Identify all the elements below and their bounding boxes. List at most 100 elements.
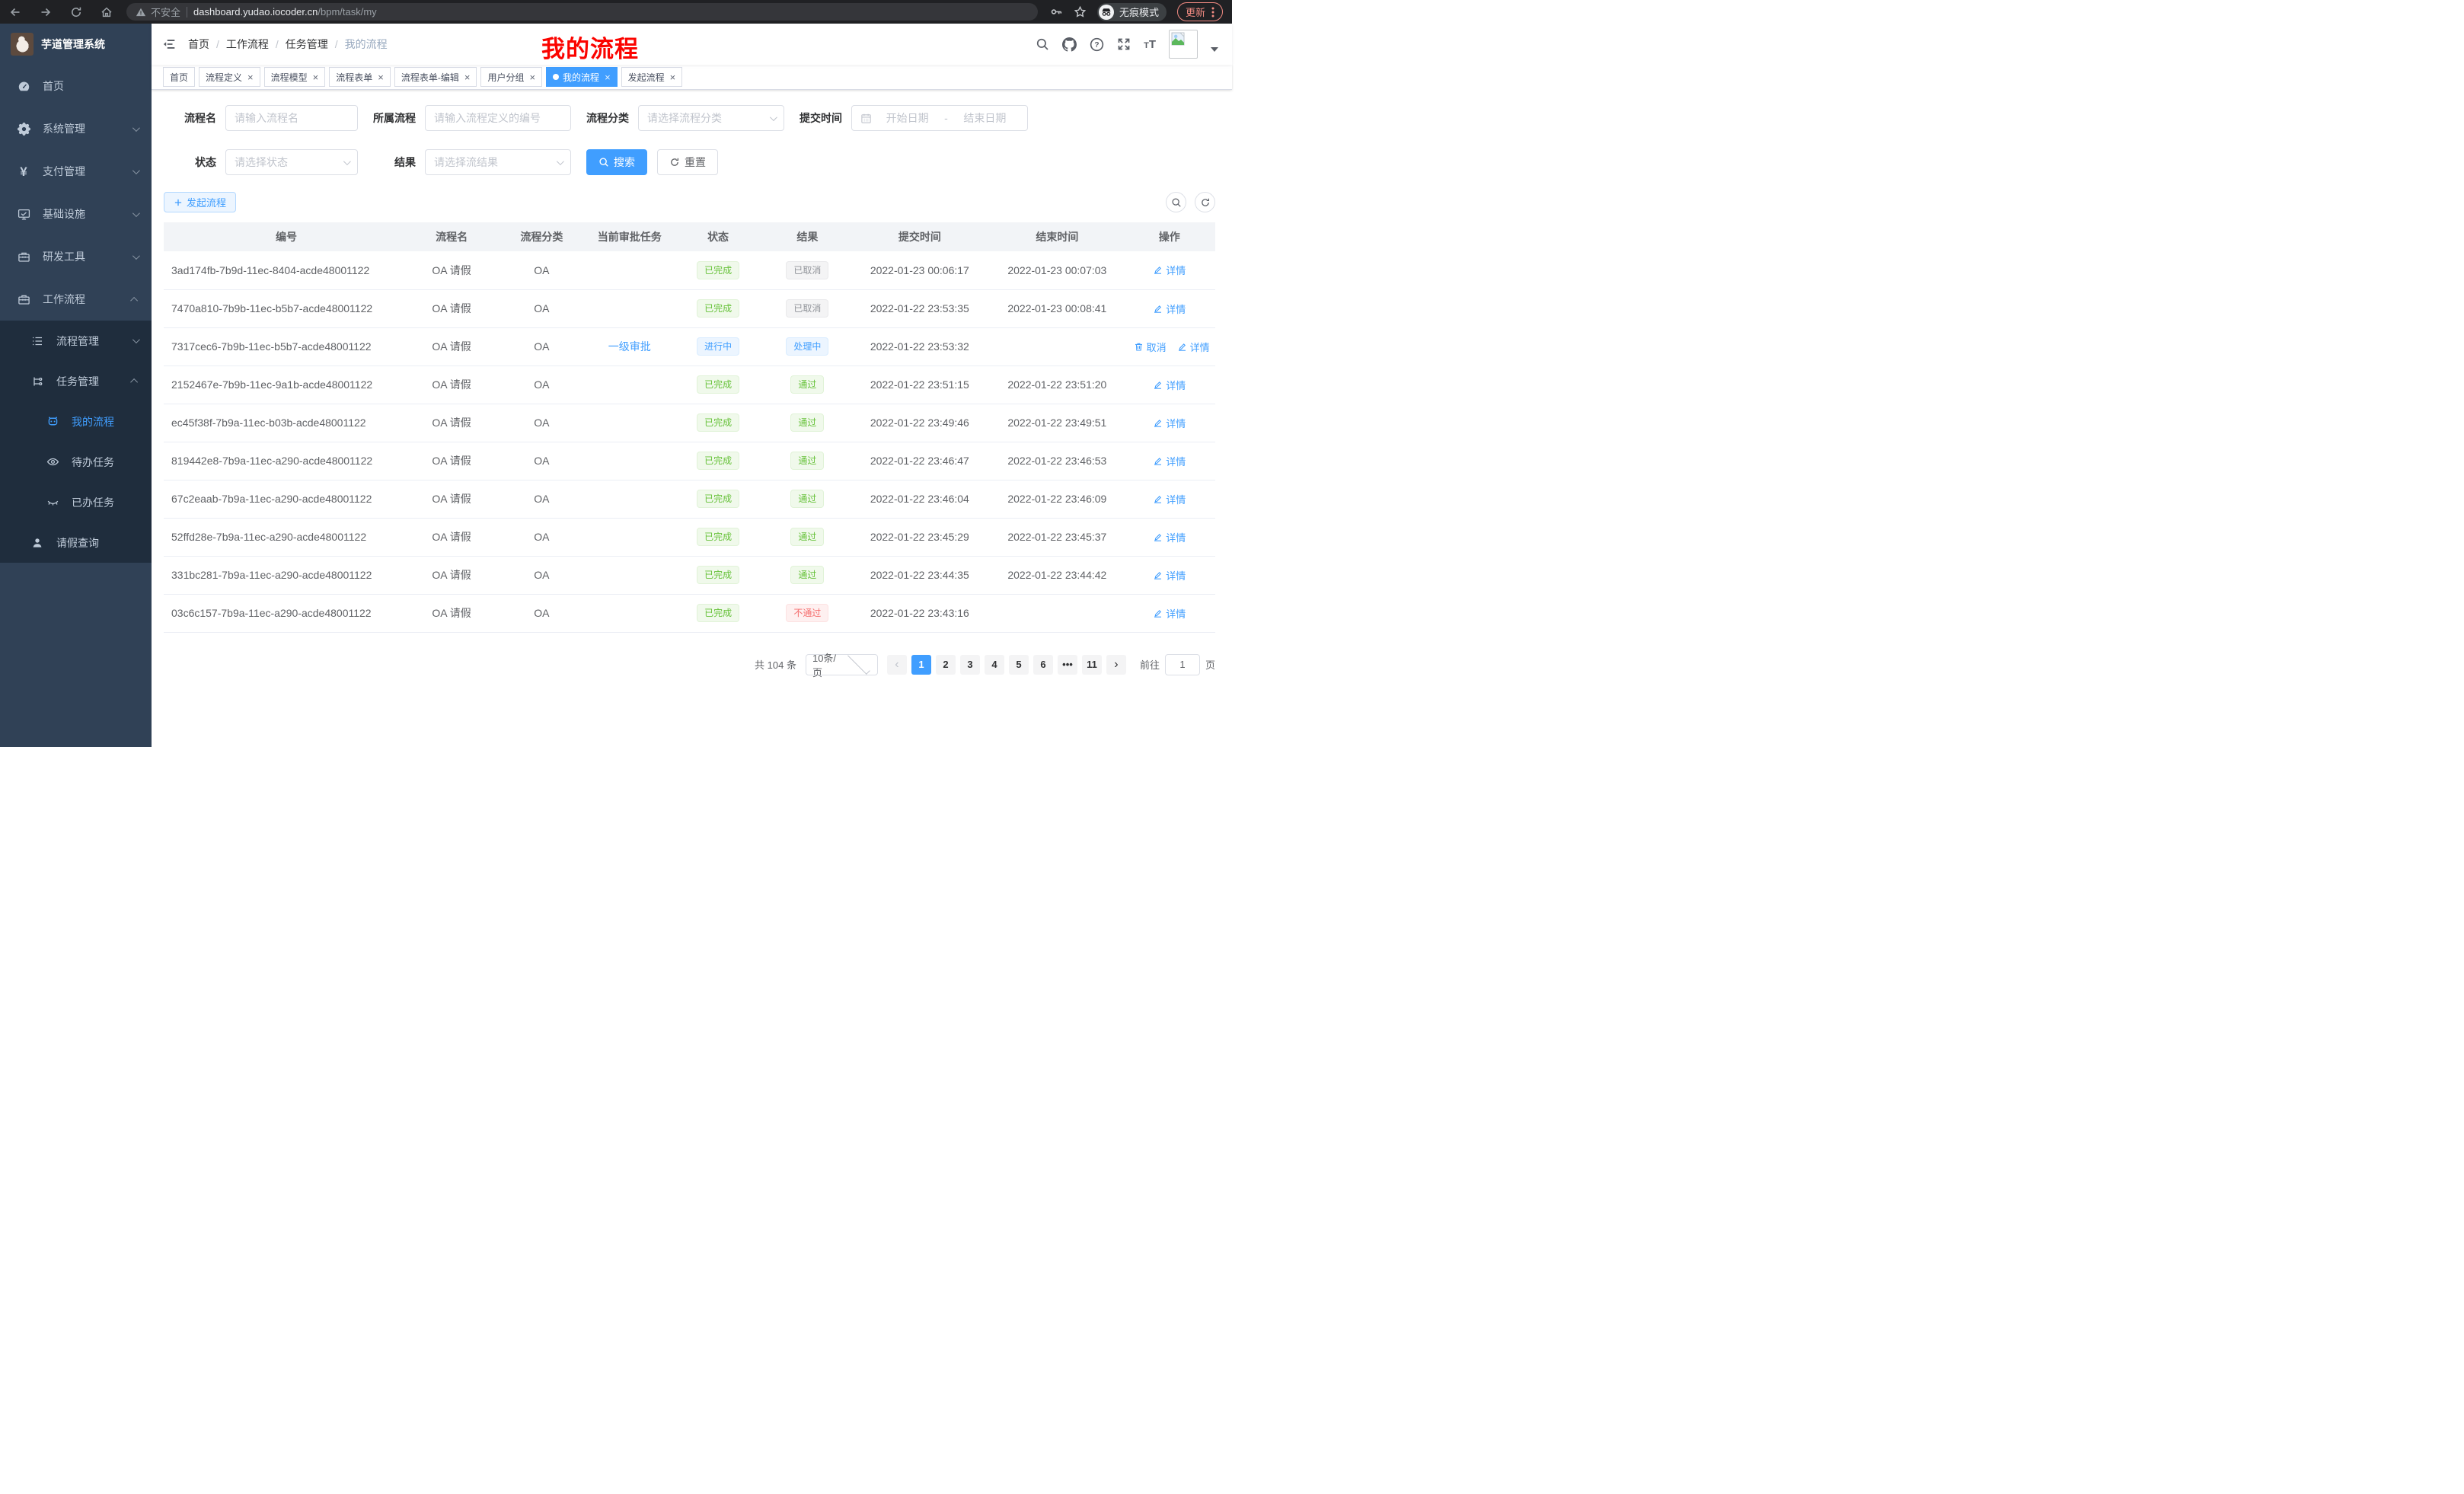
tab-process-model[interactable]: 流程模型× bbox=[264, 67, 326, 87]
more-pages-button[interactable]: ••• bbox=[1058, 655, 1077, 675]
close-icon[interactable]: × bbox=[313, 72, 319, 82]
sidebar-item-payment-management[interactable]: ¥支付管理 bbox=[0, 150, 152, 193]
page-button-4[interactable]: 4 bbox=[985, 655, 1004, 675]
avatar-caret-icon[interactable] bbox=[1211, 47, 1218, 52]
detail-action-link[interactable]: 详情 bbox=[1153, 302, 1186, 316]
detail-action-link[interactable]: 详情 bbox=[1153, 492, 1186, 506]
toggle-search-button[interactable] bbox=[1166, 192, 1186, 212]
sidebar-item-label: 研发工具 bbox=[43, 249, 126, 264]
sidebar-item-process-management[interactable]: 流程管理 bbox=[0, 321, 152, 361]
key-icon[interactable] bbox=[1050, 5, 1063, 18]
tab-label: 发起流程 bbox=[628, 71, 665, 84]
category-select[interactable]: 请选择流程分类 bbox=[638, 105, 784, 131]
column-header: 操作 bbox=[1124, 222, 1215, 251]
fullscreen-icon[interactable] bbox=[1117, 37, 1131, 51]
help-icon[interactable]: ? bbox=[1090, 37, 1104, 52]
detail-action-link[interactable]: 详情 bbox=[1177, 340, 1210, 354]
gear-icon bbox=[17, 123, 30, 136]
tab-home[interactable]: 首页 bbox=[163, 67, 195, 87]
page-button-3[interactable]: 3 bbox=[960, 655, 980, 675]
detail-action-link[interactable]: 详情 bbox=[1153, 606, 1186, 621]
edit-icon bbox=[1153, 380, 1163, 390]
table-row: 7317cec6-7b9b-11ec-b5b7-acde48001122OA 请… bbox=[164, 327, 1215, 366]
close-icon[interactable]: × bbox=[670, 72, 676, 82]
tab-process-form[interactable]: 流程表单× bbox=[329, 67, 391, 87]
avatar[interactable] bbox=[1169, 30, 1198, 59]
page-button-6[interactable]: 6 bbox=[1033, 655, 1053, 675]
forward-icon[interactable] bbox=[40, 6, 52, 18]
tab-process-form-edit[interactable]: 流程表单-编辑× bbox=[394, 67, 477, 87]
sidebar-item-home[interactable]: 首页 bbox=[0, 65, 152, 107]
reload-icon[interactable] bbox=[70, 6, 82, 18]
reset-button[interactable]: 重置 bbox=[657, 149, 718, 175]
close-icon[interactable]: × bbox=[464, 72, 471, 82]
cancel-action-link[interactable]: 取消 bbox=[1134, 340, 1167, 354]
submit-time-range-picker[interactable]: 开始日期 - 结束日期 bbox=[851, 105, 1028, 131]
breadcrumb-item[interactable]: 首页 bbox=[188, 37, 209, 52]
sidebar-item-infrastructure[interactable]: 基础设施 bbox=[0, 193, 152, 235]
task-link[interactable]: 一级审批 bbox=[608, 340, 651, 353]
sidebar-item-label: 支付管理 bbox=[43, 164, 126, 179]
search-icon[interactable] bbox=[1036, 37, 1049, 51]
search-button[interactable]: 搜索 bbox=[586, 149, 647, 175]
sidebar-item-system-management[interactable]: 系统管理 bbox=[0, 107, 152, 150]
sidebar-item-leave-query[interactable]: 请假查询 bbox=[0, 522, 152, 563]
process-definition-input[interactable] bbox=[425, 105, 571, 131]
page-button-2[interactable]: 2 bbox=[936, 655, 956, 675]
chrome-update-button[interactable]: 更新 bbox=[1177, 2, 1223, 21]
detail-action-link[interactable]: 详情 bbox=[1153, 378, 1186, 392]
home-icon[interactable] bbox=[101, 6, 113, 18]
detail-action-link[interactable]: 详情 bbox=[1153, 454, 1186, 468]
cell-end-time: 2022-01-22 23:44:42 bbox=[991, 556, 1124, 594]
kebab-menu-icon[interactable] bbox=[1211, 6, 1214, 18]
page-button-1[interactable]: 1 bbox=[911, 655, 931, 675]
bookmark-star-icon[interactable] bbox=[1074, 5, 1087, 18]
incognito-label: 无痕模式 bbox=[1119, 5, 1159, 19]
sidebar-item-dev-tools[interactable]: 研发工具 bbox=[0, 235, 152, 278]
status-select[interactable]: 请选择状态 bbox=[225, 149, 358, 175]
next-page-button[interactable]: › bbox=[1106, 655, 1126, 675]
font-size-icon[interactable]: TT bbox=[1144, 38, 1156, 51]
cell-status: 已完成 bbox=[670, 404, 766, 442]
breadcrumb-item[interactable]: 任务管理 bbox=[286, 37, 328, 52]
back-icon[interactable] bbox=[9, 6, 21, 18]
cell-end-time: 2022-01-23 00:07:03 bbox=[991, 251, 1124, 289]
not-secure-warning-icon[interactable] bbox=[136, 7, 146, 18]
close-icon[interactable]: × bbox=[247, 72, 254, 82]
cell-submit-time: 2022-01-22 23:44:35 bbox=[849, 556, 991, 594]
detail-action-link[interactable]: 详情 bbox=[1153, 530, 1186, 544]
sidebar-item-workflow[interactable]: 工作流程 bbox=[0, 278, 152, 321]
tab-process-definition[interactable]: 流程定义× bbox=[199, 67, 260, 87]
goto-page-input[interactable] bbox=[1165, 654, 1200, 675]
plus-icon bbox=[174, 198, 183, 207]
page-button-5[interactable]: 5 bbox=[1009, 655, 1029, 675]
sidebar-logo[interactable]: 芋道管理系统 bbox=[0, 24, 152, 65]
tab-start-process[interactable]: 发起流程 × bbox=[621, 67, 683, 87]
github-icon[interactable] bbox=[1062, 37, 1077, 52]
page-size-select[interactable]: 10条/页 bbox=[806, 654, 878, 675]
detail-action-link[interactable]: 详情 bbox=[1153, 568, 1186, 583]
sidebar-item-todo-tasks[interactable]: 待办任务 bbox=[0, 442, 152, 482]
process-name-input[interactable] bbox=[225, 105, 358, 131]
tab-my-process[interactable]: 我的流程× bbox=[546, 67, 618, 87]
pager: ‹123456 ••• 11› bbox=[887, 655, 1126, 675]
edit-icon bbox=[1153, 304, 1163, 314]
sidebar-item-my-process[interactable]: 我的流程 bbox=[0, 401, 152, 442]
close-icon[interactable]: × bbox=[378, 72, 384, 82]
start-process-button[interactable]: 发起流程 bbox=[164, 192, 236, 212]
tab-user-group[interactable]: 用户分组× bbox=[480, 67, 542, 87]
result-select[interactable]: 请选择流结果 bbox=[425, 149, 571, 175]
detail-action-link[interactable]: 详情 bbox=[1153, 416, 1186, 430]
breadcrumb-item[interactable]: 工作流程 bbox=[226, 37, 269, 52]
page-button-11[interactable]: 11 bbox=[1082, 655, 1102, 675]
close-icon[interactable]: × bbox=[605, 72, 611, 82]
detail-action-link[interactable]: 详情 bbox=[1153, 263, 1186, 277]
close-icon[interactable]: × bbox=[529, 72, 535, 82]
refresh-table-button[interactable] bbox=[1195, 192, 1215, 212]
sidebar-item-task-management[interactable]: 任务管理 bbox=[0, 361, 152, 401]
status-badge: 已完成 bbox=[697, 566, 739, 584]
prev-page-button[interactable]: ‹ bbox=[887, 655, 907, 675]
hamburger-icon[interactable] bbox=[162, 37, 176, 51]
address-bar[interactable]: 不安全 dashboard.yudao.iocoder.cn/bpm/task/… bbox=[126, 3, 1038, 21]
sidebar-item-done-tasks[interactable]: 已办任务 bbox=[0, 482, 152, 522]
